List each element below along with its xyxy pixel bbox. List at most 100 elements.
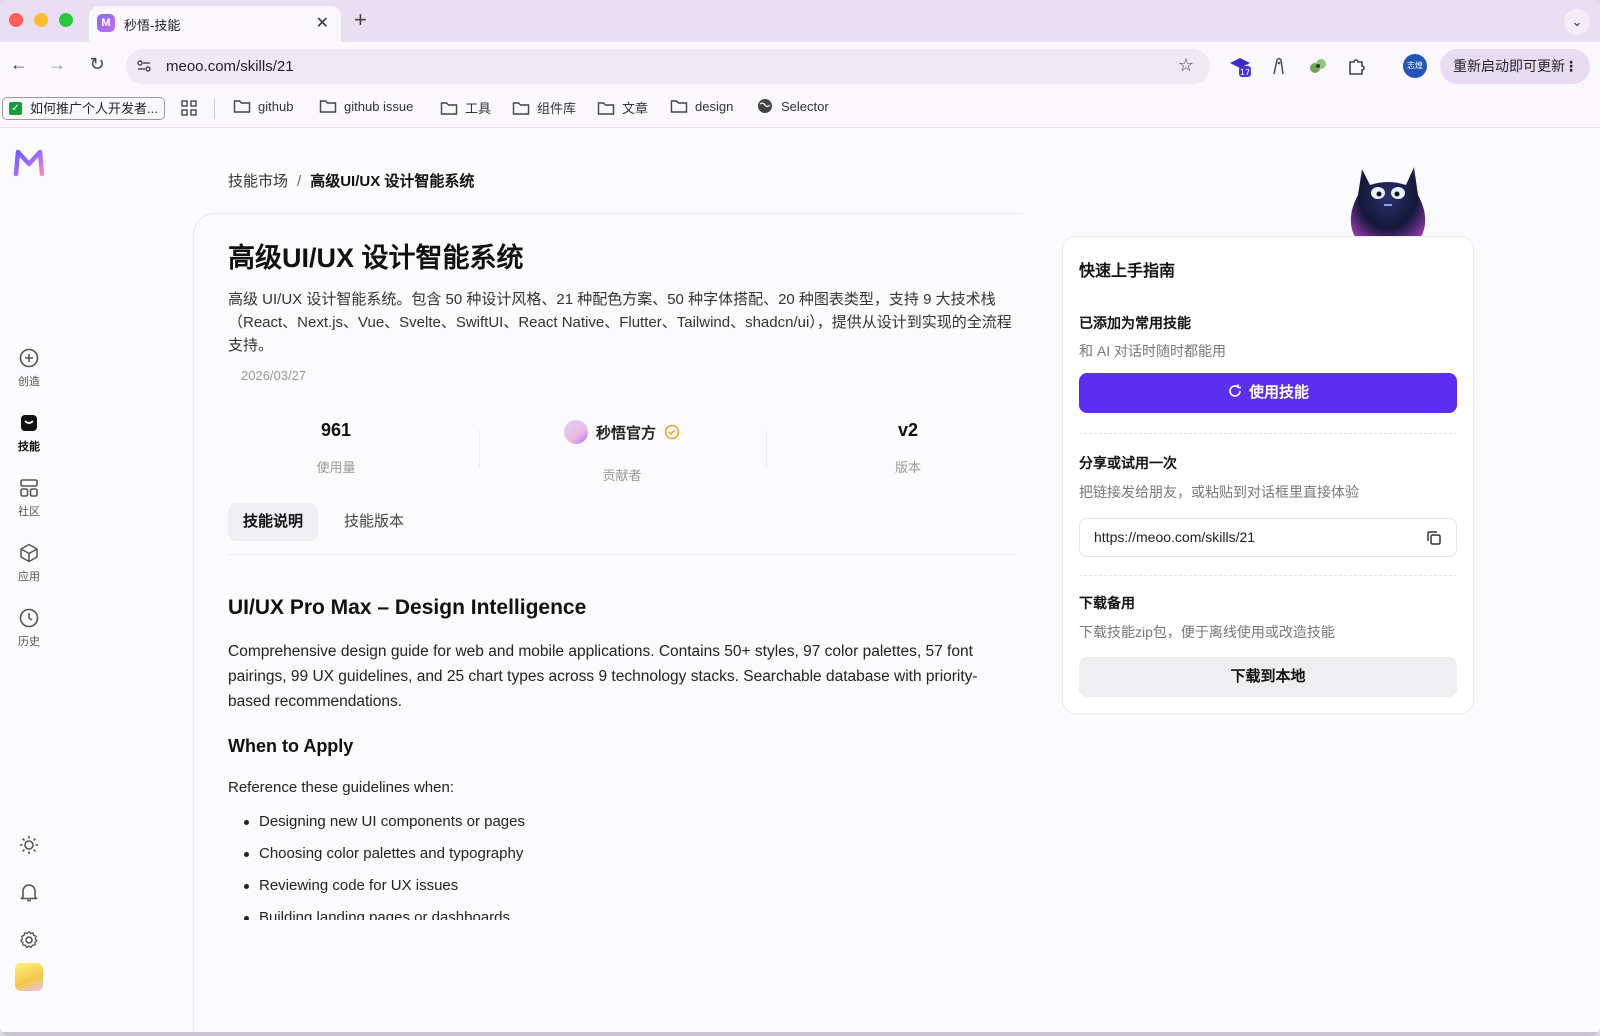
stat-version-label: 版本 (894, 460, 921, 475)
content-heading: UI/UX Pro Max – Design Intelligence (228, 596, 587, 619)
sun-icon[interactable] (18, 834, 40, 856)
gear-icon[interactable] (18, 929, 40, 951)
bookmark-folder-github[interactable]: github (233, 98, 293, 114)
bookmark-separator (214, 99, 215, 119)
copy-icon[interactable] (1425, 529, 1443, 547)
back-button[interactable]: ← (8, 54, 30, 75)
stat-divider (479, 430, 480, 468)
site-settings-icon[interactable] (136, 58, 152, 74)
added-subtitle: 和 AI 对话时随时都能用 (1079, 343, 1227, 359)
extensions-puzzle-icon[interactable] (1345, 54, 1369, 78)
download-local-button[interactable]: 下载到本地 (1079, 657, 1457, 697)
bookmark-folder-articles[interactable]: 文章 (597, 98, 648, 117)
tab-search-chevron-icon[interactable]: ⌄ (1564, 9, 1590, 35)
sidebar-item-apps[interactable]: 应用 (0, 542, 58, 584)
list-item: Reviewing code for UX issues (240, 870, 840, 902)
cube-icon (20, 543, 38, 563)
bookmark-label: github (258, 98, 294, 114)
publish-date: 2026/03/27 (241, 368, 307, 383)
tab-skill-description[interactable]: 技能说明 (228, 503, 319, 541)
tab-skill-versions[interactable]: 技能版本 (329, 503, 419, 541)
folder-icon (233, 100, 251, 113)
contributor-link[interactable]: 秒悟官方 (563, 420, 680, 444)
stat-usage: 961 使用量 (236, 420, 436, 476)
verified-badge-icon (664, 424, 680, 440)
relaunch-update-button[interactable]: 重新启动即可更新 ⋮ (1440, 49, 1590, 84)
content-bullet-list: Designing new UI components or pages Cho… (240, 806, 840, 920)
tab-close-icon[interactable]: ✕ (316, 13, 329, 33)
skill-bag-icon (21, 415, 37, 431)
bookmark-folder-tools[interactable]: 工具 (440, 98, 491, 117)
extension-hat-icon[interactable]: 17 (1228, 54, 1252, 78)
tab-title: 秒悟-技能 (124, 18, 181, 33)
sidebar-item-label: 社区 (18, 506, 40, 518)
bookmark-first[interactable]: ✓ 如何推广个人开发者... (2, 97, 165, 120)
quick-start-panel: 快速上手指南 已添加为常用技能 和 AI 对话时随时都能用 使用技能 分享或试用… (1062, 236, 1474, 714)
bookmark-label: design (695, 98, 734, 114)
maximize-window-button[interactable] (59, 13, 73, 27)
bookmark-selector[interactable]: Selector (756, 98, 829, 114)
url-text: meoo.com/skills/21 (166, 58, 294, 75)
bookmark-folder-components[interactable]: 组件库 (512, 98, 576, 117)
more-menu-icon[interactable]: ⋮ (1564, 49, 1578, 84)
bookmark-folder-design[interactable]: design (670, 98, 733, 114)
divider (1079, 575, 1457, 576)
use-skill-label: 使用技能 (1248, 384, 1309, 401)
minimize-window-button[interactable] (34, 13, 48, 27)
folder-icon (319, 100, 337, 113)
breadcrumb-current: 高级UI/UX 设计智能系统 (310, 173, 475, 190)
extension-figure-icon[interactable] (1266, 54, 1290, 78)
use-skill-button[interactable]: 使用技能 (1079, 373, 1457, 413)
folder-icon (512, 101, 530, 115)
user-avatar[interactable] (15, 963, 43, 991)
share-url-field[interactable]: https://meoo.com/skills/21 (1079, 518, 1457, 557)
plus-circle-icon (19, 348, 39, 368)
folder-icon (440, 101, 458, 115)
content-subheading: When to Apply (228, 736, 354, 756)
sidebar-item-skills[interactable]: 技能 (0, 412, 58, 454)
bookmark-label: Selector (781, 98, 829, 114)
relaunch-update-label: 重新启动即可更新 (1453, 58, 1565, 74)
content-intro: Comprehensive design guide for web and m… (228, 643, 978, 710)
extension-leaf-icon[interactable] (1306, 54, 1330, 78)
tab-favicon-icon: M (97, 14, 115, 32)
address-bar[interactable]: meoo.com/skills/21 ☆ (126, 49, 1210, 84)
stat-version: v2 版本 (808, 420, 1008, 476)
bookmark-label: github issue (344, 98, 414, 114)
apps-grid-icon[interactable] (180, 99, 198, 117)
share-title: 分享或试用一次 (1079, 455, 1177, 471)
bookmark-star-icon[interactable]: ☆ (1178, 55, 1194, 76)
sidebar-item-label: 技能 (18, 441, 40, 453)
stat-usage-label: 使用量 (316, 460, 356, 475)
sidebar-item-history[interactable]: 历史 (0, 607, 58, 649)
profile-avatar[interactable]: 志煌 (1403, 54, 1427, 78)
bell-icon[interactable] (18, 881, 40, 903)
share-subtitle: 把链接发给朋友，或粘贴到对话框里直接体验 (1079, 484, 1359, 500)
bookmark-label: 组件库 (537, 101, 577, 116)
bookmark-folder-github-issue[interactable]: github issue (319, 98, 413, 114)
new-tab-button[interactable]: + (354, 8, 367, 32)
sidebar-item-create[interactable]: 创造 (0, 347, 58, 389)
browser-tab[interactable]: M 秒悟-技能 ✕ (89, 6, 341, 42)
list-item: Choosing color palettes and typography (240, 838, 840, 870)
reload-button[interactable]: ↻ (86, 54, 108, 75)
app-logo-icon[interactable] (12, 146, 46, 180)
download-subtitle: 下载技能zip包，便于离线使用或改造技能 (1079, 624, 1335, 640)
browser-toolbar: ← → ↻ meoo.com/skills/21 ☆ 17 志煌 重新启动即可更… (0, 42, 1600, 90)
stat-usage-value: 961 (320, 420, 352, 440)
globe-icon (758, 99, 772, 113)
list-item: Designing new UI components or pages (240, 806, 840, 838)
contributor-name: 秒悟官方 (595, 424, 656, 442)
guide-title: 快速上手指南 (1079, 263, 1176, 280)
sidebar-item-community[interactable]: 社区 (0, 477, 58, 519)
app-sidebar: 创造 技能 社区 应用 历史 (0, 129, 58, 1036)
sidebar-item-label: 应用 (18, 571, 40, 583)
stat-divider (766, 430, 767, 468)
close-window-button[interactable] (9, 13, 23, 27)
checkbox-icon: ✓ (9, 102, 22, 115)
window-bottom-edge (0, 1032, 1600, 1036)
bookmark-first-label: 如何推广个人开发者... (30, 101, 158, 116)
forward-button[interactable]: → (46, 54, 68, 75)
breadcrumb-parent-link[interactable]: 技能市场 (228, 173, 288, 190)
refresh-arrow-icon (1229, 384, 1241, 397)
